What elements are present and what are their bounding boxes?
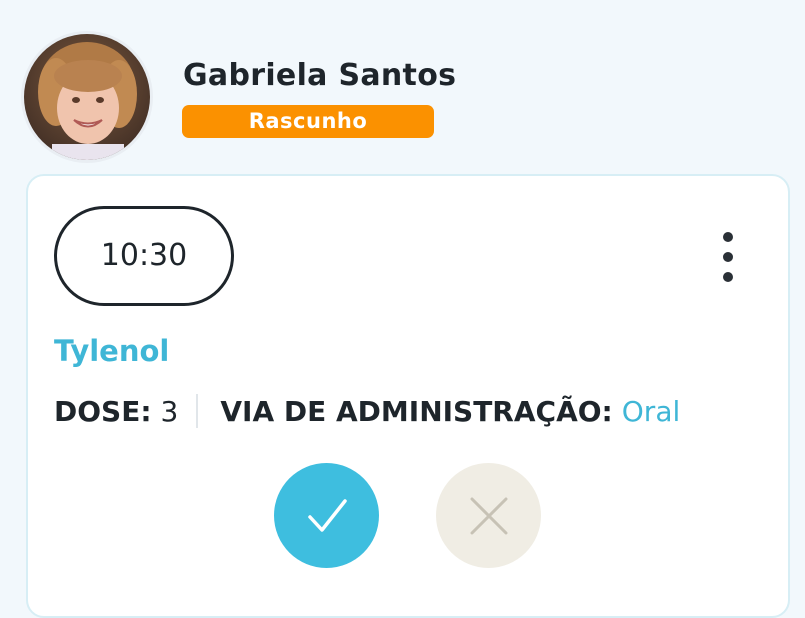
confirm-button[interactable]: [274, 463, 379, 568]
status-badge: Rascunho: [182, 105, 434, 138]
more-vertical-icon[interactable]: [718, 232, 738, 282]
avatar[interactable]: [24, 34, 150, 160]
medication-card: 10:30 Tylenol DOSE: 3 VIA DE ADMINISTRAÇ…: [26, 174, 790, 618]
route-label: VIA DE ADMINISTRAÇÃO:: [220, 394, 613, 428]
dose-label: DOSE:: [54, 394, 152, 428]
child-photo-icon: [24, 34, 150, 160]
close-icon: [470, 497, 507, 534]
dose-value: 3: [160, 394, 179, 428]
patient-name: Gabriela Santos: [183, 58, 457, 93]
medication-name: Tylenol: [54, 334, 170, 368]
medication-details: DOSE: 3 VIA DE ADMINISTRAÇÃO: Oral: [54, 394, 680, 428]
cancel-button[interactable]: [436, 463, 541, 568]
route-value: Oral: [621, 394, 681, 428]
check-icon: [307, 498, 347, 532]
time-badge: 10:30: [54, 206, 234, 306]
divider: [196, 394, 199, 428]
